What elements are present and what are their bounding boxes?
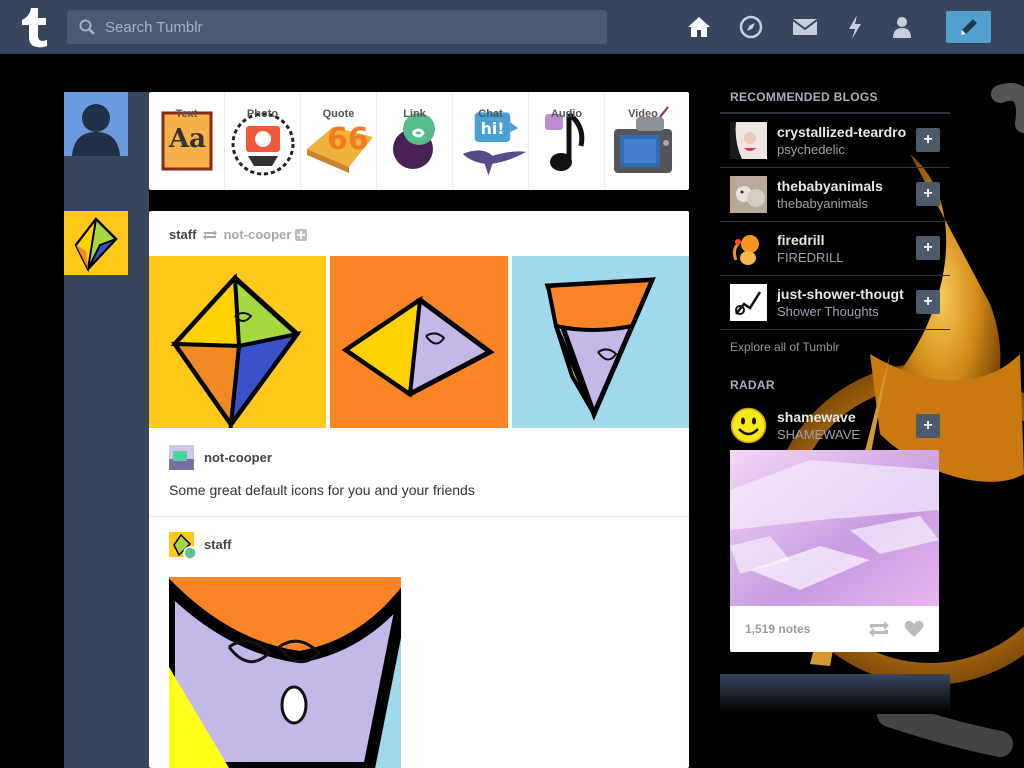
radar-blog-name[interactable]: shamewave	[777, 409, 912, 425]
follow-button[interactable]: +	[916, 128, 940, 152]
staff-avatar[interactable]	[64, 211, 128, 275]
follow-plus-icon[interactable]	[295, 228, 308, 241]
radar-title: RADAR	[730, 378, 775, 392]
post-large-image[interactable]	[169, 577, 401, 768]
source-author: not-cooper	[169, 445, 272, 470]
radar-post-image[interactable]	[730, 450, 939, 606]
svg-text:Aa: Aa	[168, 124, 206, 154]
blog-avatar[interactable]	[730, 230, 767, 267]
post-type-selector: Text Aa Photo Quote 66 Link Chat hi! Aud…	[149, 92, 689, 190]
post-type-label: Quote	[322, 108, 355, 120]
activity-icon[interactable]	[842, 14, 868, 40]
notes-count[interactable]: 1,519 notes	[745, 622, 810, 636]
follow-button[interactable]: +	[916, 236, 940, 260]
top-navigation-bar	[0, 0, 1024, 54]
photo-orange-icon[interactable]	[330, 256, 508, 428]
recommended-blog-item[interactable]: thebabyanimals thebabyanimals +	[720, 168, 950, 222]
photo-blue-icon[interactable]	[512, 256, 689, 428]
like-heart-icon[interactable]	[904, 620, 924, 638]
source-avatar[interactable]	[169, 445, 194, 470]
recommended-blog-item[interactable]: firedrill FIREDRILL +	[720, 222, 950, 276]
post-quote-button[interactable]: Quote 66	[301, 92, 377, 190]
post-caption: Some great default icons for you and you…	[169, 482, 475, 498]
reblogger: staff	[169, 532, 231, 560]
blog-avatar[interactable]	[730, 122, 767, 159]
svg-text:hi!: hi!	[481, 119, 505, 138]
blog-avatar[interactable]	[730, 284, 767, 321]
search-input[interactable]	[105, 18, 585, 36]
post-photo-button[interactable]: Photo	[225, 92, 301, 190]
recommended-blog-item[interactable]: just-shower-thougt Shower Thoughts +	[720, 276, 950, 330]
reblog-icon	[203, 229, 218, 240]
reblogger-name[interactable]: staff	[204, 537, 231, 552]
post-type-label: Video	[628, 108, 658, 120]
account-icon[interactable]	[889, 14, 915, 40]
radar-blog[interactable]: shamewave SHAMEWAVE +	[720, 400, 950, 450]
inbox-icon[interactable]	[792, 14, 818, 40]
post-author[interactable]: staff	[169, 227, 196, 242]
blog-name[interactable]: firedrill	[777, 232, 912, 248]
explore-icon[interactable]	[738, 14, 764, 40]
post-card: staff not-cooper not-cooper Some great d…	[149, 211, 689, 768]
blog-avatar[interactable]	[730, 176, 767, 213]
blog-title: psychedelic	[777, 142, 845, 157]
follow-button[interactable]: +	[916, 414, 940, 438]
post-header: staff not-cooper	[169, 227, 308, 242]
post-type-label: Chat	[478, 108, 503, 120]
source-author-name[interactable]: not-cooper	[204, 450, 272, 465]
blog-name[interactable]: just-shower-thougt	[777, 286, 912, 302]
compose-button[interactable]	[946, 11, 991, 43]
follow-button[interactable]: +	[916, 182, 940, 206]
blog-name[interactable]: thebabyanimals	[777, 178, 912, 194]
post-type-label: Audio	[550, 108, 583, 120]
sidebar-bottom-panel	[720, 674, 950, 714]
photo-yellow-icon[interactable]	[149, 256, 326, 432]
blog-title: thebabyanimals	[777, 196, 869, 211]
search-icon	[79, 19, 95, 35]
divider	[149, 516, 689, 517]
tumblr-logo-icon[interactable]	[16, 6, 50, 48]
radar-post-footer: 1,519 notes	[730, 606, 939, 652]
blog-title: FIREDRILL	[777, 250, 844, 265]
follow-button[interactable]: +	[916, 290, 940, 314]
post-text-button[interactable]: Text Aa	[149, 92, 225, 190]
post-type-label: Photo	[246, 108, 279, 120]
post-type-label: Text	[175, 108, 198, 120]
recommended-blog-item[interactable]: crystallized-teardro psychedelic +	[720, 114, 950, 168]
post-link-button[interactable]: Link	[377, 92, 453, 190]
reblogger-avatar[interactable]	[169, 532, 197, 560]
radar-avatar[interactable]	[730, 407, 767, 444]
post-video-button[interactable]: Video	[605, 92, 681, 190]
explore-link[interactable]: Explore all of Tumblr	[720, 330, 950, 364]
svg-text:66: 66	[327, 122, 369, 157]
pencil-icon	[960, 19, 977, 35]
blog-name[interactable]: crystallized-teardro	[777, 124, 912, 140]
reblogged-from[interactable]: not-cooper	[223, 227, 291, 242]
photoset	[149, 256, 689, 432]
post-audio-button[interactable]: Audio	[529, 92, 605, 190]
dashboard-column	[64, 92, 149, 768]
post-type-label: Link	[403, 108, 426, 120]
home-icon[interactable]	[686, 14, 712, 40]
radar-blog-title: SHAMEWAVE	[777, 426, 861, 442]
radar-post[interactable]: 1,519 notes	[730, 450, 939, 652]
blog-title: Shower Thoughts	[777, 304, 879, 319]
user-avatar[interactable]	[64, 92, 128, 156]
recommended-blogs-title: RECOMMENDED BLOGS	[720, 86, 950, 114]
reblog-info: not-cooper	[202, 227, 308, 242]
reblog-icon[interactable]	[868, 620, 890, 638]
search-bar[interactable]	[67, 10, 607, 44]
post-chat-button[interactable]: Chat hi!	[453, 92, 529, 190]
sidebar: RECOMMENDED BLOGS crystallized-teardro ps…	[720, 86, 950, 714]
